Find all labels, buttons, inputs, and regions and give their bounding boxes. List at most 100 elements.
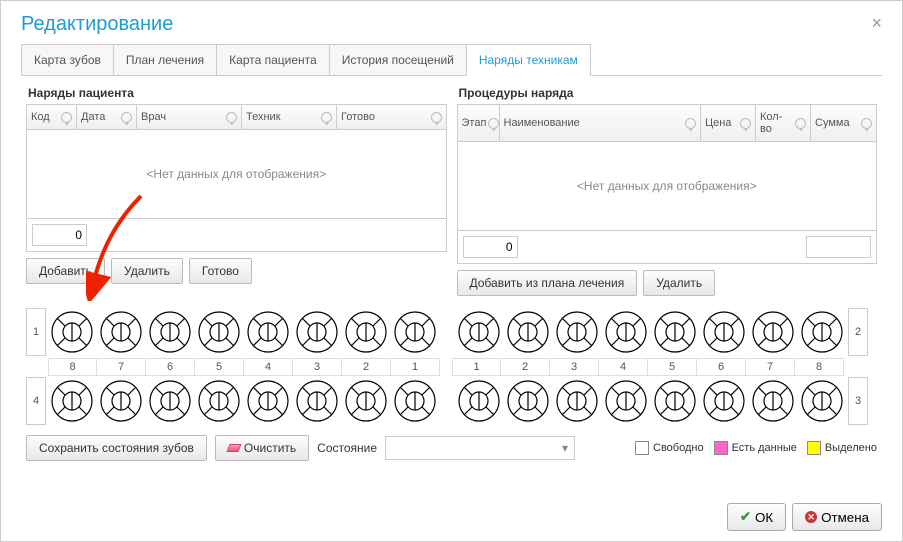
tooth[interactable]: [293, 377, 341, 425]
teeth-row-upper: 1 2: [26, 308, 877, 356]
tooth[interactable]: [749, 377, 797, 425]
footer-sum-input[interactable]: [806, 236, 871, 258]
tooth[interactable]: [195, 308, 243, 356]
dialog-title: Редактирование: [21, 13, 173, 36]
col-doctor[interactable]: Врач: [137, 105, 242, 129]
right-buttons: Добавить из плана лечения Удалить: [457, 270, 878, 296]
tooth[interactable]: [602, 308, 650, 356]
chevron-down-icon[interactable]: ▾: [556, 437, 574, 459]
dialog-footer: ✔ОК ✕Отмена: [727, 503, 882, 531]
tooth[interactable]: [244, 377, 292, 425]
tab-treatment-plan[interactable]: План лечения: [113, 44, 217, 75]
tooth[interactable]: [651, 308, 699, 356]
footer-count-input[interactable]: [463, 236, 518, 258]
filter-icon[interactable]: [861, 118, 872, 129]
filter-icon[interactable]: [61, 112, 72, 123]
grid-empty-text: <Нет данных для отображения>: [458, 142, 877, 230]
left-buttons: Добавить Удалить Готово: [26, 258, 447, 284]
swatch-free: [635, 441, 649, 455]
tooth-number: 7: [746, 358, 795, 376]
tooth-number: 6: [146, 358, 195, 376]
filter-icon[interactable]: [740, 118, 751, 129]
filter-icon[interactable]: [795, 118, 806, 129]
ready-button[interactable]: Готово: [189, 258, 252, 284]
state-combo[interactable]: ▾: [385, 436, 575, 460]
tooth[interactable]: [749, 308, 797, 356]
tooth[interactable]: [244, 308, 292, 356]
col-sum[interactable]: Сумма: [811, 105, 876, 141]
col-ready[interactable]: Готово: [337, 105, 446, 129]
tooth[interactable]: [146, 377, 194, 425]
tooth[interactable]: [342, 308, 390, 356]
swatch-has-data: [714, 441, 728, 455]
teeth-chart: 1 2 87654321 12345678 4: [26, 308, 877, 425]
tooth[interactable]: [391, 377, 439, 425]
tab-tooth-map[interactable]: Карта зубов: [21, 44, 114, 75]
col-tech[interactable]: Техник: [242, 105, 337, 129]
clear-button[interactable]: Очистить: [215, 435, 309, 461]
tooth[interactable]: [700, 308, 748, 356]
tooth[interactable]: [342, 377, 390, 425]
bottom-toolbar: Сохранить состояния зубов Очистить Состо…: [26, 435, 877, 461]
tooth[interactable]: [602, 377, 650, 425]
add-from-plan-button[interactable]: Добавить из плана лечения: [457, 270, 638, 296]
close-icon[interactable]: ×: [871, 13, 882, 34]
tooth[interactable]: [48, 377, 96, 425]
tooth-number: 1: [452, 358, 501, 376]
tooth[interactable]: [700, 377, 748, 425]
tooth-number: 6: [697, 358, 746, 376]
tooth[interactable]: [391, 308, 439, 356]
tooth[interactable]: [195, 377, 243, 425]
tooth-number: 2: [501, 358, 550, 376]
grid-footer: [27, 218, 446, 251]
save-teeth-state-button[interactable]: Сохранить состояния зубов: [26, 435, 207, 461]
delete-button[interactable]: Удалить: [111, 258, 183, 284]
footer-total-input[interactable]: [32, 224, 87, 246]
col-name[interactable]: Наименование: [500, 105, 702, 141]
tab-patient-card[interactable]: Карта пациента: [216, 44, 330, 75]
cancel-button[interactable]: ✕Отмена: [792, 503, 882, 531]
delete-proc-button[interactable]: Удалить: [643, 270, 715, 296]
tooth[interactable]: [293, 308, 341, 356]
filter-icon[interactable]: [226, 112, 237, 123]
order-procedures-grid: Этап Наименование Цена Кол-во Сумма <Нет…: [457, 104, 878, 264]
filter-icon[interactable]: [121, 112, 132, 123]
quadrant-label-2: 2: [848, 308, 868, 356]
tooth[interactable]: [553, 308, 601, 356]
grid-head: Этап Наименование Цена Кол-во Сумма: [458, 105, 877, 142]
tooth[interactable]: [798, 308, 846, 356]
cancel-icon: ✕: [805, 511, 817, 523]
filter-icon[interactable]: [431, 112, 442, 123]
quadrant-label-1: 1: [26, 308, 46, 356]
filter-icon[interactable]: [321, 112, 332, 123]
tooth[interactable]: [504, 377, 552, 425]
add-button[interactable]: Добавить: [26, 258, 105, 284]
tooth[interactable]: [48, 308, 96, 356]
ok-button[interactable]: ✔ОК: [727, 503, 786, 531]
patient-orders-grid: Код Дата Врач Техник Готово <Нет данных …: [26, 104, 447, 252]
col-code[interactable]: Код: [27, 105, 77, 129]
tooth[interactable]: [553, 377, 601, 425]
tab-tech-orders[interactable]: Наряды техникам: [466, 44, 591, 76]
col-price[interactable]: Цена: [701, 105, 756, 141]
tooth-number: 1: [391, 358, 440, 376]
col-qty[interactable]: Кол-во: [756, 105, 811, 141]
tooth[interactable]: [97, 308, 145, 356]
tooth[interactable]: [651, 377, 699, 425]
edit-dialog: Редактирование × Карта зубов План лечени…: [0, 0, 903, 542]
filter-icon[interactable]: [685, 118, 696, 129]
tooth-number: 2: [342, 358, 391, 376]
tooth[interactable]: [455, 377, 503, 425]
tooth[interactable]: [504, 308, 552, 356]
tooth[interactable]: [97, 377, 145, 425]
tooth[interactable]: [146, 308, 194, 356]
tab-visit-history[interactable]: История посещений: [329, 44, 467, 75]
tooth-number: 5: [195, 358, 244, 376]
col-stage[interactable]: Этап: [458, 105, 500, 141]
tooth-number: 4: [599, 358, 648, 376]
teeth-lower-left: [48, 377, 439, 425]
col-date[interactable]: Дата: [77, 105, 137, 129]
tooth[interactable]: [455, 308, 503, 356]
tooth[interactable]: [798, 377, 846, 425]
filter-icon[interactable]: [488, 118, 499, 129]
